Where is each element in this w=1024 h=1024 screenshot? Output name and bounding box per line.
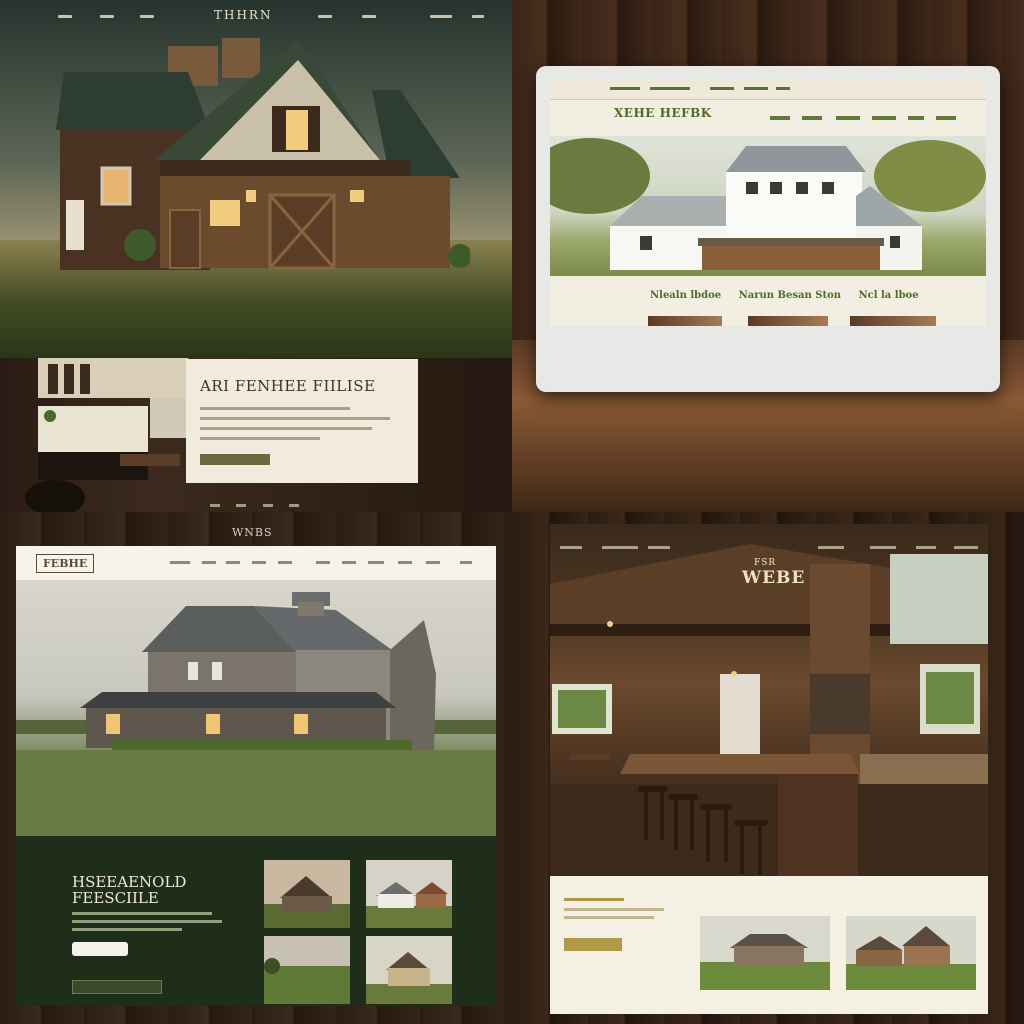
gallery-card[interactable] [846,916,976,990]
nav-link[interactable] [362,15,376,18]
section-heading-line [564,898,624,901]
panel-barn-website: WNBS FEBHE HSEEAENOLD FEESCIILE [0,512,512,1024]
nav-link[interactable] [430,15,452,18]
nav-link[interactable] [802,116,822,120]
card-title: ARI FENHEE FIILISE [200,377,376,395]
kitchen-image [25,358,190,512]
text-line [72,912,212,915]
brand-logo[interactable]: WEBE [742,568,805,588]
feature-labels: Nlealn lbdoe Narun Besan Ston Ncl la lbo… [650,290,933,301]
nav-link[interactable] [648,546,670,549]
nav-link[interactable] [278,561,292,564]
nav-link[interactable] [316,561,330,564]
hero-image [550,136,986,276]
topbar-link[interactable] [650,87,690,90]
panel-farmhouse-website: THHRN ARI FENHEE FIILISE [0,0,512,512]
topbar-link[interactable] [710,87,734,90]
hero-image [16,580,496,836]
nav-link[interactable] [226,561,240,564]
text-line [564,916,654,919]
nav-link[interactable] [140,15,154,18]
topbar-link[interactable] [776,87,790,90]
nav-link[interactable] [472,15,484,18]
content-section: HSEEAENOLD FEESCIILE [16,836,496,1006]
nav-link[interactable] [936,116,956,120]
nav-link[interactable] [602,546,638,549]
gallery-tile[interactable] [264,936,350,1004]
monitor-frame: XEHE HEFBK Nlealn lbdoe Narun Besan Ston… [536,66,1000,392]
gallery-tile[interactable] [264,860,350,928]
card-read-more-button[interactable] [200,454,270,465]
nav-link[interactable] [770,116,790,120]
footer-links [210,494,311,512]
brand-small: FSR [754,558,777,568]
topbar-link[interactable] [744,87,768,90]
brand-badge[interactable]: FEBHE [36,554,95,573]
card-text-line [200,417,390,420]
monitor-screen: XEHE HEFBK Nlealn lbdoe Narun Besan Ston… [550,80,986,326]
thumbnail[interactable] [850,316,936,326]
nav-link[interactable] [908,116,924,120]
thumbnail[interactable] [748,316,828,326]
nav-link[interactable] [58,15,72,18]
nav-link[interactable] [318,15,332,18]
text-line [72,928,182,931]
nav-link[interactable] [560,546,582,549]
footer-link[interactable] [262,504,273,507]
topbar-link[interactable] [610,87,640,90]
card-text-line [200,437,320,440]
feature-label[interactable]: Narun Besan Ston [739,290,841,301]
nav-link[interactable] [916,546,936,549]
nav-link[interactable] [460,561,472,564]
barn-image [16,592,496,836]
secondary-button[interactable] [72,980,162,994]
headline-line: FEESCIILE [72,889,159,907]
nav-link[interactable] [252,561,266,564]
feature-label[interactable]: Ncl la lboe [859,290,919,301]
card-text-line [200,407,350,410]
nav-link[interactable] [398,561,412,564]
panel-monitor-mockup: XEHE HEFBK Nlealn lbdoe Narun Besan Ston… [512,0,1024,512]
nav-link[interactable] [954,546,978,549]
panel-interior-website: FSR WEBE [512,512,1024,1024]
primary-button[interactable] [72,942,128,956]
card-text-line [200,427,372,430]
thumbnail[interactable] [648,316,722,326]
cta-button[interactable] [564,938,622,951]
text-line [72,920,222,923]
headline-line: HSEEAENOLD [72,873,187,891]
gallery-card[interactable] [700,916,830,990]
nav-link[interactable] [818,546,844,549]
nav-link[interactable] [368,561,384,564]
feature-label[interactable]: Nlealn lbdoe [650,290,721,301]
nav-link[interactable] [836,116,860,120]
site-header: FEBHE [16,546,496,580]
nav-link[interactable] [100,15,114,18]
website-page: FSR WEBE [550,524,988,1014]
content-section [550,876,988,1014]
page-heading: WNBS [232,526,273,539]
text-line [564,908,664,911]
nav-link[interactable] [426,561,440,564]
feature-card: ARI FENHEE FIILISE [186,359,418,483]
site-topbar [550,80,986,100]
nav-link[interactable] [872,116,896,120]
nav-link[interactable] [870,546,896,549]
footer-link[interactable] [236,504,247,507]
website-page: FEBHE HSEEAENOLD FEESCIILE [16,546,496,1006]
gallery-tile[interactable] [366,936,452,1004]
farmhouse-image [56,38,470,270]
footer-link[interactable] [210,504,220,507]
section-headline: HSEEAENOLD FEESCIILE [72,874,186,906]
nav-link[interactable] [170,561,190,564]
footer-link[interactable] [289,504,300,507]
site-title[interactable]: XEHE HEFBK [614,106,712,120]
nav-link[interactable] [202,561,216,564]
nav-link[interactable] [342,561,356,564]
gallery-tile[interactable] [366,860,452,928]
white-farmhouse-image [550,138,986,270]
